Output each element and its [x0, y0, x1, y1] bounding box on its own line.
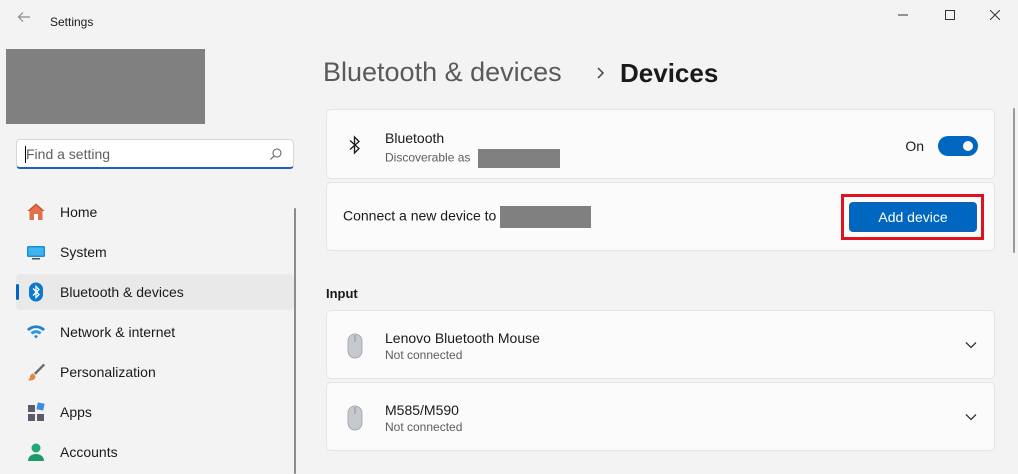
sidebar-item-apps[interactable]: Apps — [16, 394, 294, 430]
bluetooth-toggle[interactable] — [938, 136, 978, 156]
sidebar-scrollbar[interactable] — [294, 208, 296, 474]
breadcrumb-parent[interactable]: Bluetooth & devices — [323, 57, 562, 88]
sidebar-item-label: Bluetooth & devices — [60, 284, 184, 300]
main-scrollbar[interactable] — [1013, 108, 1015, 253]
device-row[interactable]: M585/M590 Not connected — [326, 382, 995, 451]
sidebar-item-accounts[interactable]: Accounts — [16, 434, 294, 470]
sidebar-item-personalization[interactable]: Personalization — [16, 354, 294, 390]
app-title: Settings — [50, 15, 94, 29]
back-button[interactable] — [14, 10, 34, 30]
device-name: Lenovo Bluetooth Mouse — [385, 330, 540, 346]
search-input[interactable] — [26, 145, 261, 163]
apps-icon — [28, 402, 45, 421]
chevron-down-icon[interactable] — [964, 410, 978, 424]
minimize-icon — [898, 14, 908, 16]
sidebar-item-network[interactable]: Network & internet — [16, 314, 294, 350]
system-icon — [27, 246, 45, 260]
device-status: Not connected — [385, 420, 463, 434]
connect-device-label: Connect a new device to — [343, 207, 497, 224]
discoverable-label: Discoverable as — [385, 150, 471, 165]
text-caret — [25, 146, 26, 163]
search-box[interactable] — [16, 139, 294, 169]
sidebar-item-system[interactable]: System — [16, 234, 294, 270]
sidebar-item-home[interactable]: Home — [16, 194, 294, 230]
close-button[interactable] — [972, 4, 1018, 26]
personalization-icon — [27, 363, 45, 381]
bluetooth-icon — [29, 282, 43, 302]
sidebar-item-bluetooth[interactable]: Bluetooth & devices — [16, 274, 294, 310]
sidebar-item-label: Home — [60, 204, 98, 220]
selection-indicator — [16, 284, 19, 300]
page-title: Devices — [620, 58, 719, 88]
back-arrow-icon — [17, 12, 30, 22]
sidebar-item-label: Apps — [60, 404, 92, 420]
bluetooth-symbol-icon — [349, 135, 360, 155]
mouse-icon — [347, 405, 363, 431]
toggle-state-label: On — [905, 138, 924, 154]
maximize-button[interactable] — [927, 4, 973, 26]
close-icon — [990, 10, 1000, 20]
section-heading-input: Input — [326, 286, 358, 301]
toggle-knob — [963, 141, 973, 151]
maximize-icon — [945, 10, 955, 20]
redacted-device-name — [477, 149, 560, 168]
bluetooth-title: Bluetooth — [385, 130, 445, 146]
sidebar-item-label: Personalization — [60, 364, 156, 380]
sidebar-item-label: Accounts — [60, 444, 118, 460]
home-icon — [27, 203, 45, 220]
search-icon — [270, 148, 282, 160]
chevron-right-icon — [597, 67, 605, 79]
chevron-down-icon[interactable] — [964, 338, 978, 352]
accounts-icon — [28, 443, 44, 461]
device-name: M585/M590 — [385, 402, 459, 418]
bluetooth-subtitle: Discoverable as — [385, 149, 560, 168]
account-avatar[interactable] — [6, 49, 205, 124]
sidebar-item-label: Network & internet — [60, 324, 176, 340]
mouse-icon — [347, 333, 363, 359]
minimize-button[interactable] — [880, 4, 926, 26]
redacted-computer-name — [500, 206, 592, 228]
device-row[interactable]: Lenovo Bluetooth Mouse Not connected — [326, 310, 995, 379]
network-icon — [27, 325, 45, 339]
add-device-button[interactable]: Add device — [849, 202, 977, 232]
device-status: Not connected — [385, 348, 463, 362]
bluetooth-card: Bluetooth Discoverable as On — [326, 109, 995, 179]
sidebar-item-label: System — [60, 244, 107, 260]
connect-device-text: Connect a new device to — [343, 206, 592, 228]
